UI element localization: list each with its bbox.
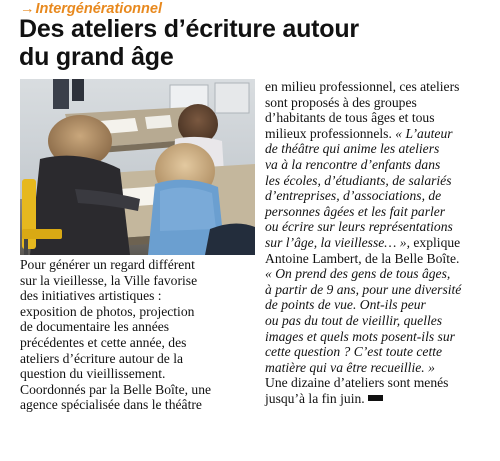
body-line-text: de points de vue. Ont-ils peur [265, 297, 426, 313]
body-line: personnes âgées et les fait parler [265, 204, 495, 220]
article-title: Des ateliers d’écriture autour du grand … [19, 15, 489, 71]
title-line: Des ateliers d’écriture autour [19, 15, 359, 43]
body-line-text: de théâtre qui anime les ateliers [265, 141, 440, 157]
body-line-text: cette question ? C’est toute cette [265, 344, 443, 360]
article-photo [20, 79, 255, 255]
body-line: de documentaire les années [20, 319, 170, 335]
body-line-text: en milieu professionnel, ces ateliers [265, 79, 460, 94]
body-line-text: d’habitants de tous âges et tous [265, 110, 435, 126]
body-line-text: les écoles, d’étudiants, de salariés [265, 172, 452, 188]
body-line: cette question ? C’est toute cette [265, 344, 495, 360]
body-line-tail: « L’auteur [395, 125, 453, 141]
body-line: d’entreprises, d’associations, de [265, 188, 495, 204]
body-line-text: jusqu’à la fin juin. [265, 390, 365, 406]
body-line: sur la vieillesse, la Ville favorise [20, 272, 198, 288]
body-line-text: à partir de 9 ans, pour une diversité [265, 281, 462, 297]
body-line-text: va à la rencontre d’enfants dans [265, 156, 441, 172]
article-body-left-column: Pour générer un regard différent sur la v… [20, 257, 260, 413]
body-line: Coordonnés par la Belle Boîte, une [20, 381, 212, 397]
body-line: Antoine Lambert, de la Belle Boîte. [265, 251, 495, 267]
body-line: en milieu professionnel, ces ateliers [265, 79, 495, 95]
body-line-text: ou écrire sur leurs représentations [265, 219, 453, 235]
body-line-text: milieux professionnels. [265, 125, 396, 141]
body-line-text: sont proposés à des groupes [265, 94, 417, 110]
body-line-text: « On prend des gens de tous âges, [265, 266, 451, 282]
body-line: va à la rencontre d’enfants dans [265, 157, 495, 173]
body-line-tail: , explique [406, 234, 461, 250]
body-line: ateliers d’écriture autour de la [20, 350, 184, 366]
body-line: jusqu’à la fin juin. [265, 391, 495, 407]
body-line: exposition de photos, projection [20, 303, 195, 319]
body-line-text: ou pas du tout de vieillir, quelles [265, 312, 443, 328]
body-line: question du vieillissement. [20, 366, 166, 382]
body-line: d’habitants de tous âges et tous [265, 110, 495, 126]
body-line-text: personnes âgées et les fait parler [265, 203, 446, 219]
body-line: matière qui va être recueillie. » [265, 360, 495, 376]
body-line-text: Antoine Lambert, de la Belle Boîte. [265, 250, 460, 266]
body-line: les écoles, d’étudiants, de salariés [265, 173, 495, 189]
body-line-text: matière qui va être recueillie. » [265, 359, 435, 375]
body-line-text: Une dizaine d’ateliers sont menés [265, 375, 449, 391]
body-line-text: images et quels mots posent-ils sur [265, 328, 455, 344]
body-line-text: sur l’âge, la vieillesse… » [265, 234, 407, 250]
body-line: sont proposés à des groupes [265, 95, 495, 111]
body-line: agence spécialisée dans le théâtre [20, 397, 202, 413]
body-line: ou pas du tout de vieillir, quelles [265, 313, 495, 329]
end-of-article-mark-icon [367, 394, 383, 401]
body-line: à partir de 9 ans, pour une diversité [265, 282, 495, 298]
body-line: « On prend des gens de tous âges, [265, 266, 495, 282]
classroom-photo-illustration [20, 79, 255, 255]
article-body-right-column: en milieu professionnel, ces ateliers son… [265, 79, 495, 406]
body-line: Pour générer un regard différent [20, 257, 195, 272]
body-line: des initiatives artistiques : [20, 288, 162, 304]
body-line: de théâtre qui anime les ateliers [265, 141, 495, 157]
body-line: Une dizaine d’ateliers sont menés [265, 375, 495, 391]
title-line: du grand âge [19, 43, 174, 71]
body-line-text: d’entreprises, d’associations, de [265, 188, 442, 204]
body-line: milieux professionnels. « L’auteur [265, 126, 495, 142]
body-line: images et quels mots posent-ils sur [265, 329, 495, 345]
body-line: sur l’âge, la vieillesse… », explique [265, 235, 495, 251]
body-line: précédentes et cette année, des [20, 334, 187, 350]
body-line: ou écrire sur leurs représentations [265, 219, 495, 235]
body-line: de points de vue. Ont-ils peur [265, 297, 495, 313]
